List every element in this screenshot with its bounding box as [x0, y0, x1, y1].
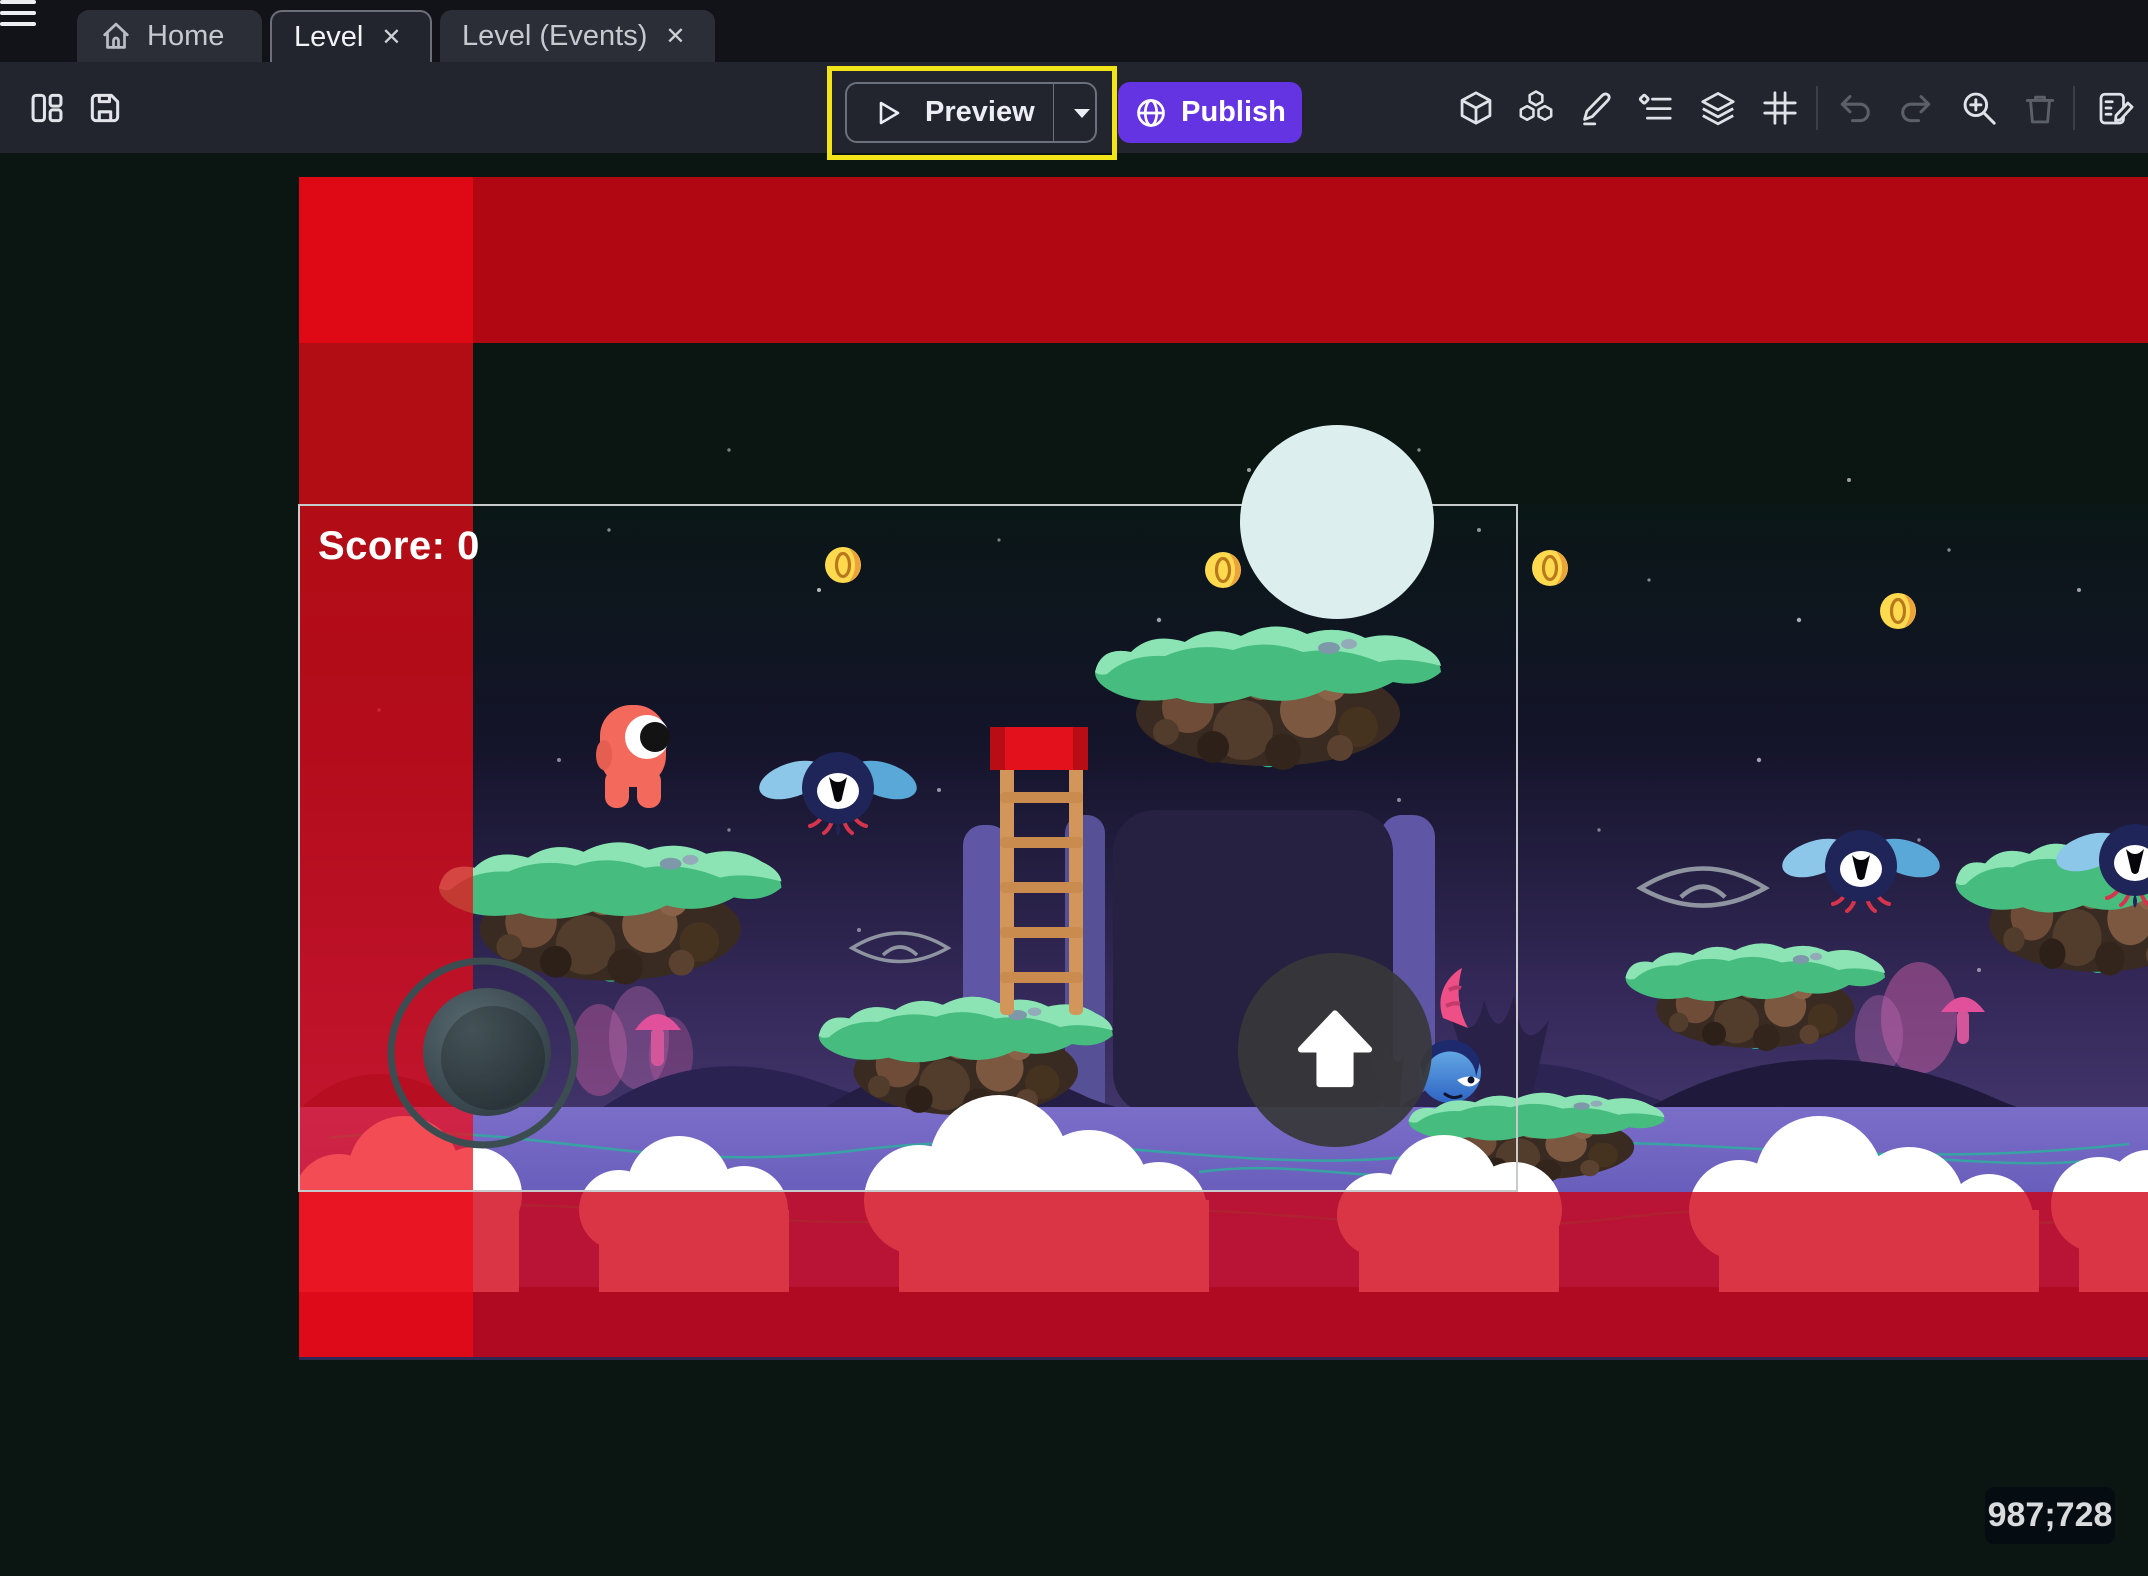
jump-button[interactable]	[1238, 953, 1432, 1147]
tab-label: Level	[294, 21, 363, 54]
pencil-icon[interactable]	[1576, 88, 1616, 128]
play-icon	[873, 98, 903, 128]
red-border-top	[299, 177, 2148, 343]
preview-button[interactable]: Preview	[845, 82, 1097, 143]
publish-button[interactable]: Publish	[1118, 82, 1302, 143]
joystick[interactable]	[383, 956, 583, 1156]
preview-label: Preview	[925, 96, 1035, 129]
close-icon[interactable]: ✕	[377, 21, 405, 54]
editor-canvas[interactable]: Score: 0 987;728	[0, 153, 2148, 1576]
undo-icon[interactable]	[1835, 88, 1875, 128]
divider	[2073, 86, 2075, 130]
tab-home[interactable]: Home	[77, 10, 262, 62]
redo-icon[interactable]	[1896, 88, 1936, 128]
divider	[1816, 86, 1818, 130]
instance-list-icon[interactable]	[1635, 88, 1675, 128]
tab-level-events[interactable]: Level (Events) ✕	[440, 10, 715, 62]
red-border-bottom	[299, 1192, 2148, 1357]
tab-label: Home	[147, 20, 224, 53]
instances-cubes-icon[interactable]	[1516, 88, 1556, 128]
coin	[1532, 550, 1568, 586]
chevron-down-icon[interactable]	[1069, 100, 1095, 126]
events-sheet-icon[interactable]	[2094, 88, 2138, 128]
objects-cube-icon[interactable]	[1456, 88, 1496, 128]
cursor-coordinates: 987;728	[1985, 1487, 2115, 1544]
layout-panels-icon[interactable]	[27, 88, 67, 128]
coin	[1880, 593, 1916, 629]
grid-icon[interactable]	[1760, 88, 1800, 128]
score-text: Score: 0	[318, 524, 480, 569]
tab-level[interactable]: Level ✕	[270, 10, 432, 62]
toolbar: Preview Publish	[0, 62, 2148, 153]
trash-icon[interactable]	[2020, 88, 2060, 128]
layers-icon[interactable]	[1698, 88, 1738, 128]
zoom-in-icon[interactable]	[1959, 88, 1999, 128]
home-icon	[99, 19, 133, 53]
hamburger-menu-icon[interactable]	[0, 0, 36, 26]
save-icon[interactable]	[85, 88, 125, 128]
publish-label: Publish	[1181, 96, 1286, 129]
globe-icon	[1134, 96, 1168, 130]
tab-label: Level (Events)	[462, 20, 647, 53]
arrow-up-icon	[1275, 990, 1395, 1110]
close-icon[interactable]: ✕	[661, 20, 689, 53]
tab-bar: Home Level ✕ Level (Events) ✕	[0, 0, 2148, 62]
moon	[1240, 425, 1434, 619]
